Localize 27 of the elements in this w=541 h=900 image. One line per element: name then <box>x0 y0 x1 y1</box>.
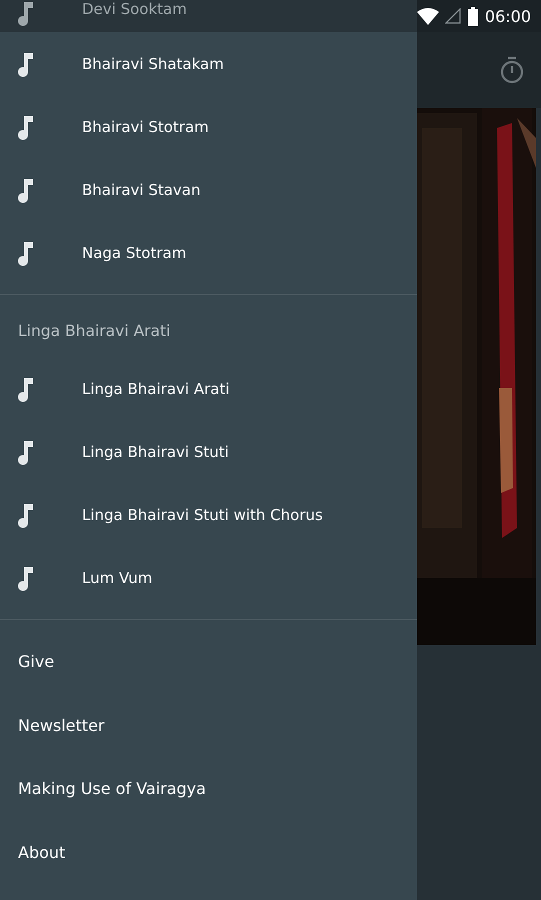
music-note-icon <box>16 240 34 266</box>
battery-icon <box>466 6 479 26</box>
track-item[interactable]: Linga Bhairavi Stuti <box>0 420 417 483</box>
signal-icon <box>444 8 461 24</box>
drawer-link[interactable]: About <box>0 820 417 884</box>
music-note-icon <box>16 502 34 528</box>
track-item[interactable]: Bhairavi Shatakam <box>0 32 417 95</box>
track-item[interactable]: Bhairavi Stavan <box>0 158 417 221</box>
music-note-icon <box>16 0 34 26</box>
music-note-icon <box>16 114 34 140</box>
drawer-link[interactable]: Give <box>0 630 417 694</box>
music-note-icon <box>16 564 34 590</box>
music-note-icon <box>16 50 34 76</box>
status-time: 06:00 <box>484 6 531 26</box>
track-item[interactable]: Lum Vum <box>0 546 417 609</box>
music-note-icon <box>16 438 34 464</box>
music-note-icon <box>16 376 34 402</box>
section-header: Linga Bhairavi Arati <box>17 321 172 342</box>
drawer-link[interactable]: Newsletter <box>0 694 417 757</box>
track-item[interactable]: Linga Bhairavi Arati <box>0 357 417 420</box>
wifi-icon <box>416 8 439 24</box>
track-item[interactable]: Bhairavi Stotram <box>0 95 417 158</box>
timer-icon[interactable] <box>499 56 525 84</box>
track-item[interactable]: Naga Stotram <box>0 221 417 284</box>
music-note-icon <box>16 176 34 202</box>
drawer-link[interactable]: Making Use of Vairagya <box>0 757 417 820</box>
track-item[interactable]: Linga Bhairavi Stuti with Chorus <box>0 483 417 546</box>
